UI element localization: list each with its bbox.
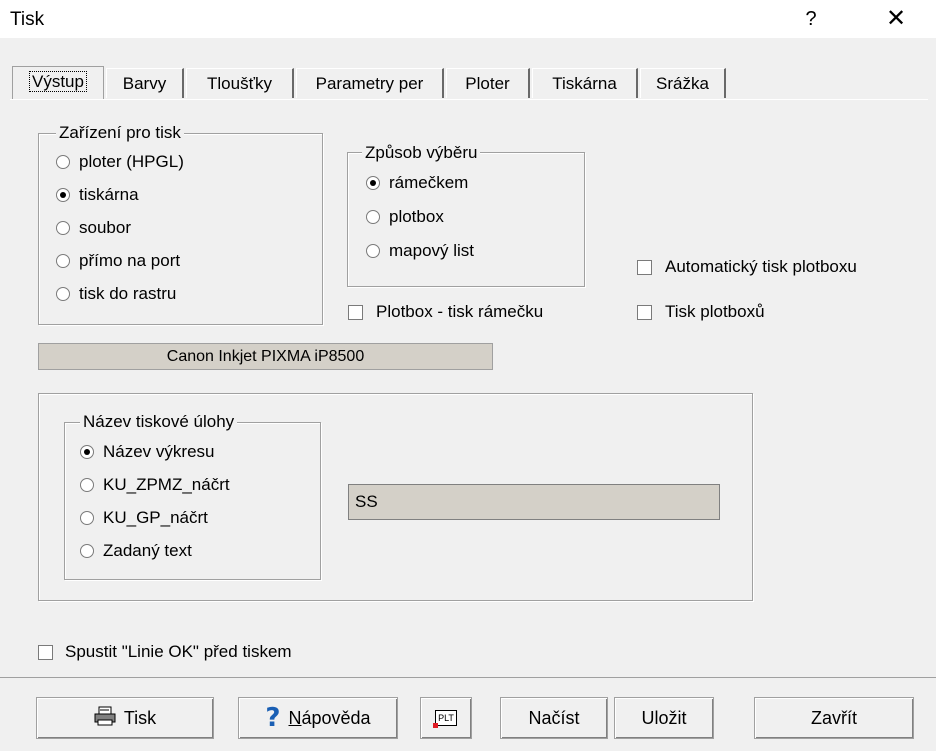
radio-icon [366,176,380,190]
checkbox-label: Spustit "Linie OK" před tiskem [65,642,292,661]
radio-label: soubor [79,218,131,237]
radio-label: KU_GP_náčrt [103,508,208,527]
plt-icon: PLT [433,710,457,728]
radio-icon [80,445,94,459]
save-button[interactable]: Uložit [614,697,714,739]
button-label: Tisk [123,707,157,728]
tab-barvy[interactable]: Barvy [106,68,184,98]
button-label: Nápověda [289,708,371,729]
close-button[interactable]: Zavřít [754,697,914,739]
radio-tisk-do-rastru[interactable]: tisk do rastru [56,283,184,305]
printer-name: Canon Inkjet PIXMA iP8500 [38,343,493,370]
plt-button[interactable]: PLT [420,697,472,739]
radio-ku-zpmz[interactable]: KU_ZPMZ_náčrt [80,474,230,496]
window-title: Tisk [10,9,45,30]
radio-label: plotbox [389,207,444,226]
tab-tloustky[interactable]: Tloušťky [186,68,294,98]
help-button[interactable]: ? Nápověda [238,697,398,739]
button-label-rest: ápověda [301,707,371,728]
plt-icon-text: PLT [438,713,454,723]
radio-label: tisk do rastru [79,284,177,303]
checkbox-label: Automatický tisk plotboxu [665,257,857,276]
run-lines-ok-checkbox[interactable]: Spustit "Linie OK" před tiskem [38,641,292,663]
checkbox-icon [348,304,363,320]
radio-label: tiskárna [79,185,139,204]
radio-icon [80,511,94,525]
radio-icon [56,221,70,235]
auto-plotbox-checkbox[interactable]: Automatický tisk plotboxu [637,256,857,278]
radio-mapovy-list[interactable]: mapový list [366,240,474,262]
tab-panel-border [10,99,928,100]
radio-icon [56,155,70,169]
radio-label: ploter (HPGL) [79,152,184,171]
job-group-legend: Název tiskové úlohy [80,412,238,432]
tab-parametry-per[interactable]: Parametry per [296,68,444,98]
printer-icon [94,706,116,731]
load-button[interactable]: Načíst [500,697,608,739]
radio-zadany-text[interactable]: Zadaný text [80,540,230,562]
radio-icon [366,210,380,224]
radio-icon [80,544,94,558]
radio-icon [56,188,70,202]
radio-label: Název výkresu [103,442,215,461]
tab-vystup[interactable]: Výstup [12,66,104,100]
radio-label: mapový list [389,241,475,260]
plotbox-frame-checkbox[interactable]: Plotbox - tisk rámečku [348,301,543,323]
accelerator-key: N [288,707,302,728]
selection-group-legend: Způsob výběru [362,143,481,163]
checkbox-icon [38,644,53,660]
radio-ku-gp[interactable]: KU_GP_náčrt [80,507,230,529]
plotbox-print-checkbox[interactable]: Tisk plotboxů [637,301,765,323]
button-separator [0,677,936,678]
radio-label: rámečkem [389,173,469,192]
plt-icon-dot [433,723,439,728]
radio-label: přímo na port [79,251,181,270]
radio-primo-na-port[interactable]: přímo na port [56,250,184,272]
job-options: Název výkresu KU_ZPMZ_náčrt KU_GP_náčrt … [80,441,230,562]
help-icon[interactable]: ? [790,3,832,35]
radio-tiskarna[interactable]: tiskárna [56,184,184,206]
radio-plotbox[interactable]: plotbox [366,206,474,228]
checkbox-label: Plotbox - tisk rámečku [376,302,544,321]
radio-icon [56,254,70,268]
tab-label: Výstup [29,71,87,92]
checkbox-icon [637,304,652,320]
checkbox-icon [637,259,652,275]
tab-srazka[interactable]: Srážka [640,68,726,98]
radio-rameckem[interactable]: rámečkem [366,172,474,194]
device-group-legend: Zařízení pro tisk [56,123,184,143]
radio-label: Zadaný text [103,541,192,560]
question-icon: ? [265,703,281,733]
radio-icon [80,478,94,492]
radio-label: KU_ZPMZ_náčrt [103,475,230,494]
radio-nazev-vykresu[interactable]: Název výkresu [80,441,230,463]
checkbox-label: Tisk plotboxů [665,302,765,321]
selection-options: rámečkem plotbox mapový list [366,172,474,262]
close-icon[interactable]: ✕ [870,3,922,35]
print-button[interactable]: Tisk [36,697,214,739]
job-text-field[interactable]: SS [348,484,720,520]
radio-icon [56,287,70,301]
radio-ploter[interactable]: ploter (HPGL) [56,151,184,173]
radio-icon [366,244,380,258]
tab-ploter[interactable]: Ploter [446,68,530,98]
radio-soubor[interactable]: soubor [56,217,184,239]
device-options: ploter (HPGL) tiskárna soubor přímo na p… [56,151,184,305]
tab-tiskarna[interactable]: Tiskárna [532,68,638,98]
